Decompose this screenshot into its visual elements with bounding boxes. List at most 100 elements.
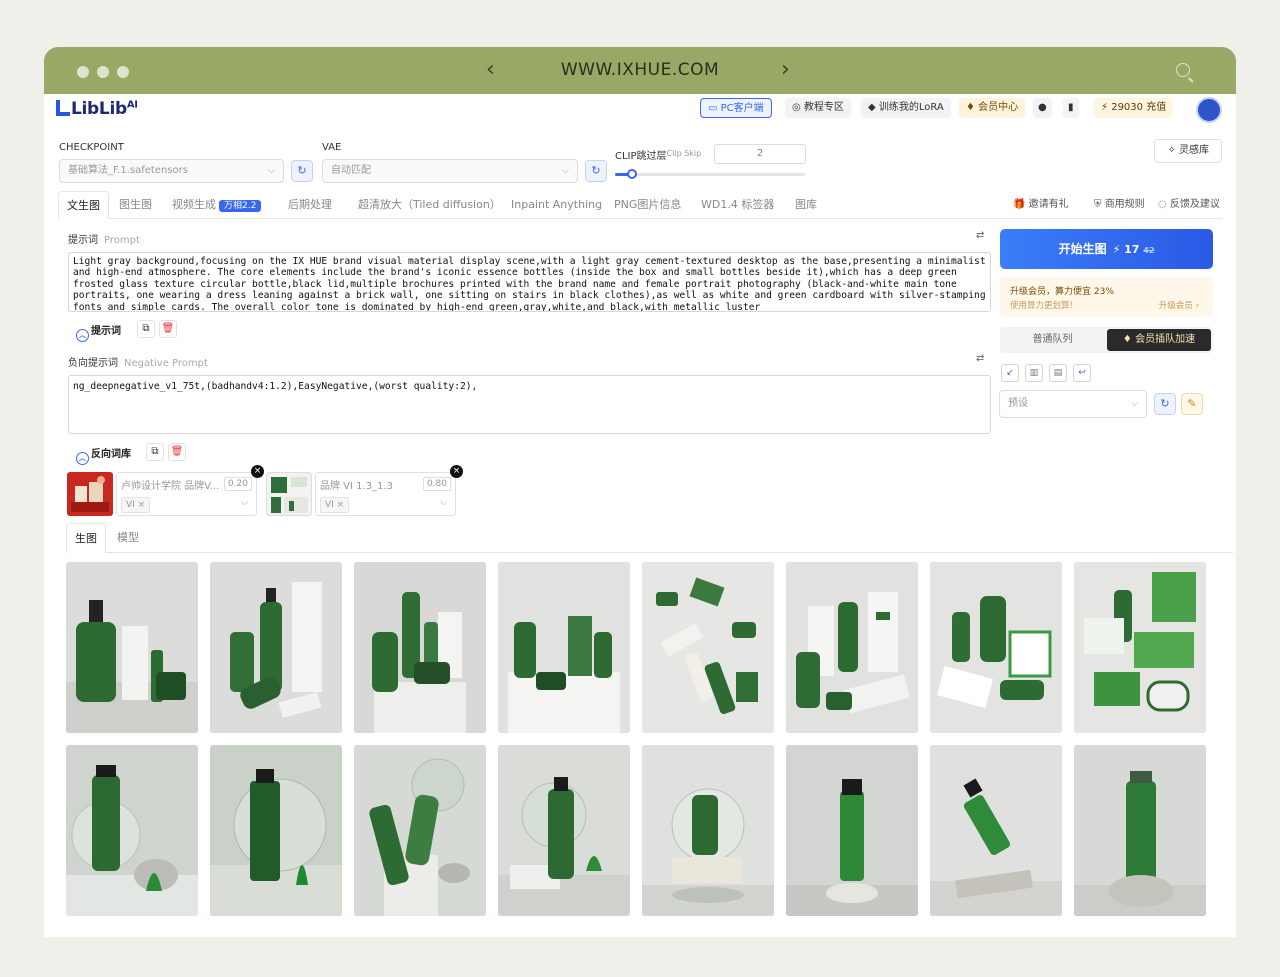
negative-label-en: Negative Prompt — [124, 358, 208, 369]
generate-label: 开始生图 — [1058, 242, 1107, 256]
inspiration-button[interactable]: ✧ 灵感库 — [1154, 139, 1222, 163]
queue-normal[interactable]: 普通队列 — [1000, 327, 1105, 353]
clip-label: CLIP跳过层Clip Skip — [615, 147, 701, 162]
tab-model[interactable]: 模型 — [117, 523, 139, 553]
lora-tag[interactable]: VI × — [320, 497, 350, 513]
queue-vip[interactable]: ♦ 会员插队加速 — [1107, 329, 1211, 351]
negative-library-button[interactable]: ︿ 反向词库 — [76, 445, 131, 465]
trash-icon[interactable]: 🗑 — [168, 443, 186, 461]
trash-icon[interactable]: ▥ — [1025, 364, 1043, 382]
generated-image[interactable] — [1074, 562, 1206, 733]
tab-txt2img[interactable]: 文生图 — [58, 191, 109, 219]
refresh-icon[interactable]: ↻ — [1154, 393, 1176, 415]
negative-textarea[interactable]: ng_deepnegative_v1_75t,(badhandv4:1.2),E… — [68, 375, 991, 434]
lora-weight[interactable]: 0.20 — [224, 477, 252, 491]
generated-image[interactable] — [354, 745, 486, 916]
slider-knob[interactable] — [627, 169, 637, 179]
prompt-textarea[interactable]: Light gray background,focusing on the IX… — [68, 252, 991, 312]
close-icon[interactable]: × — [251, 465, 264, 478]
prompt-preset-button[interactable]: ︿ 提示词 — [76, 322, 121, 342]
video-badge: 万相2.2 — [219, 200, 262, 212]
tab-wd-tagger[interactable]: WD1.4 标签器 — [701, 191, 774, 219]
points-button[interactable]: ⚡ 29030 充值 — [1094, 98, 1174, 118]
tab-postprocess[interactable]: 后期处理 — [288, 191, 332, 219]
url-bar[interactable]: WWW.IXHUE.COM — [44, 60, 1236, 80]
chevron-down-icon[interactable]: ⌵ — [241, 498, 248, 508]
tab-inpaint[interactable]: Inpaint Anything — [511, 191, 602, 219]
feedback-link[interactable]: ◌ 反馈及建议 — [1158, 195, 1220, 210]
generated-image[interactable] — [930, 562, 1062, 733]
trash-icon[interactable]: 🗑 — [159, 320, 177, 338]
search-icon[interactable] — [1176, 63, 1190, 77]
translate-icon[interactable]: ⇄ — [976, 230, 984, 241]
translate-icon[interactable]: ⇄ — [976, 353, 984, 364]
generated-image[interactable] — [642, 745, 774, 916]
lora-card[interactable]: 卢帅设计学院 品牌V... 0.20 VI × ⌵ — [116, 472, 257, 516]
generated-image[interactable] — [210, 745, 342, 916]
generated-image[interactable] — [1074, 745, 1206, 916]
chevron-down-icon: ⌵ — [1131, 399, 1138, 409]
prompt-label: 提示词 Prompt — [68, 231, 140, 246]
generated-image[interactable] — [210, 562, 342, 733]
generated-image[interactable] — [642, 562, 774, 733]
generated-image[interactable] — [498, 562, 630, 733]
member-center-button[interactable]: ♦ 会员中心 — [959, 98, 1026, 118]
generated-image[interactable] — [66, 745, 198, 916]
lora-name: 品牌 VI 1.3_1.3 — [320, 481, 393, 492]
tab-png-info[interactable]: PNG图片信息 — [614, 191, 681, 219]
generated-image[interactable] — [498, 745, 630, 916]
orig-cost: 42 — [1143, 246, 1155, 255]
generated-image[interactable] — [354, 562, 486, 733]
prompt-label-cn: 提示词 — [68, 235, 98, 246]
generated-image[interactable] — [786, 745, 918, 916]
lora-tag[interactable]: VI × — [121, 497, 151, 513]
preset-select[interactable]: 预设 ⌵ — [999, 390, 1147, 418]
copy-icon[interactable]: ⧉ — [137, 320, 155, 338]
chevron-down-icon: ⌵ — [268, 166, 275, 176]
generated-image[interactable] — [66, 562, 198, 733]
tab-tiled-diffusion[interactable]: 超清放大（Tiled diffusion） — [358, 191, 501, 219]
avatar[interactable] — [1196, 97, 1222, 123]
undo-icon[interactable]: ↩ — [1073, 364, 1091, 382]
lora-card[interactable]: 品牌 VI 1.3_1.3 0.80 VI × ⌵ — [315, 472, 456, 516]
pc-client-button[interactable]: ▭ PC客户端 — [700, 98, 772, 118]
rules-link[interactable]: ⛨ 商用规则 — [1094, 195, 1145, 210]
browser-window: ‹ › WWW.IXHUE.COM LibLibAI ▭ PC客户端 ◎ 教程专… — [44, 47, 1236, 937]
lora-thumbnail[interactable] — [266, 472, 312, 516]
clip-skip-stepper[interactable]: 2 — [714, 144, 806, 164]
generate-button[interactable]: 开始生图 ⚡ 17 42 — [1000, 229, 1213, 269]
vae-select[interactable]: 自动匹配 ⌵ — [322, 159, 578, 183]
edit-icon[interactable]: ✎ — [1181, 393, 1203, 415]
clip-label-en: Clip Skip — [666, 149, 702, 158]
generated-image[interactable] — [786, 562, 918, 733]
logo-sup: AI — [126, 99, 138, 111]
pc-client-label: PC客户端 — [720, 103, 764, 114]
tab-video[interactable]: 视频生成 万相2.2 — [172, 191, 262, 219]
upsell-banner[interactable]: 升级会员，算力便宜 23% 使用算力更划算! 升级会员 › — [1000, 277, 1213, 317]
invite-link[interactable]: 🎁 邀请有礼 — [1013, 195, 1069, 210]
upsell-link[interactable]: 升级会员 › — [1159, 299, 1199, 311]
clipboard-icon[interactable]: ▤ — [1049, 364, 1067, 382]
tab-gallery[interactable]: 图库 — [795, 191, 817, 219]
import-icon[interactable]: ↙ — [1001, 364, 1019, 382]
tab-img2img[interactable]: 图生图 — [119, 191, 152, 219]
message-icon[interactable]: ● — [1033, 98, 1052, 118]
generated-image[interactable] — [930, 745, 1062, 916]
lora-weight[interactable]: 0.80 — [423, 477, 451, 491]
tutorial-label: 教程专区 — [803, 102, 844, 113]
file-icon[interactable]: ▮ — [1063, 98, 1079, 118]
clip-skip-value: 2 — [756, 148, 764, 159]
clip-skip-slider[interactable] — [615, 169, 805, 179]
tutorial-button[interactable]: ◎ 教程专区 — [785, 98, 851, 118]
refresh-icon[interactable]: ↻ — [585, 160, 607, 182]
negative-label-cn: 负向提示词 — [68, 358, 118, 369]
liblib-logo[interactable]: LibLibAI — [56, 99, 138, 119]
copy-icon[interactable]: ⧉ — [146, 443, 164, 461]
refresh-icon[interactable]: ↻ — [291, 160, 313, 182]
close-icon[interactable]: × — [450, 465, 463, 478]
chevron-down-icon[interactable]: ⌵ — [440, 498, 447, 508]
train-lora-button[interactable]: ◆ 训练我的LoRA — [861, 98, 951, 118]
tab-generate[interactable]: 生图 — [66, 523, 106, 553]
lora-thumbnail[interactable] — [67, 472, 113, 516]
checkpoint-select[interactable]: 基础算法_F.1.safetensors ⌵ — [59, 159, 284, 183]
